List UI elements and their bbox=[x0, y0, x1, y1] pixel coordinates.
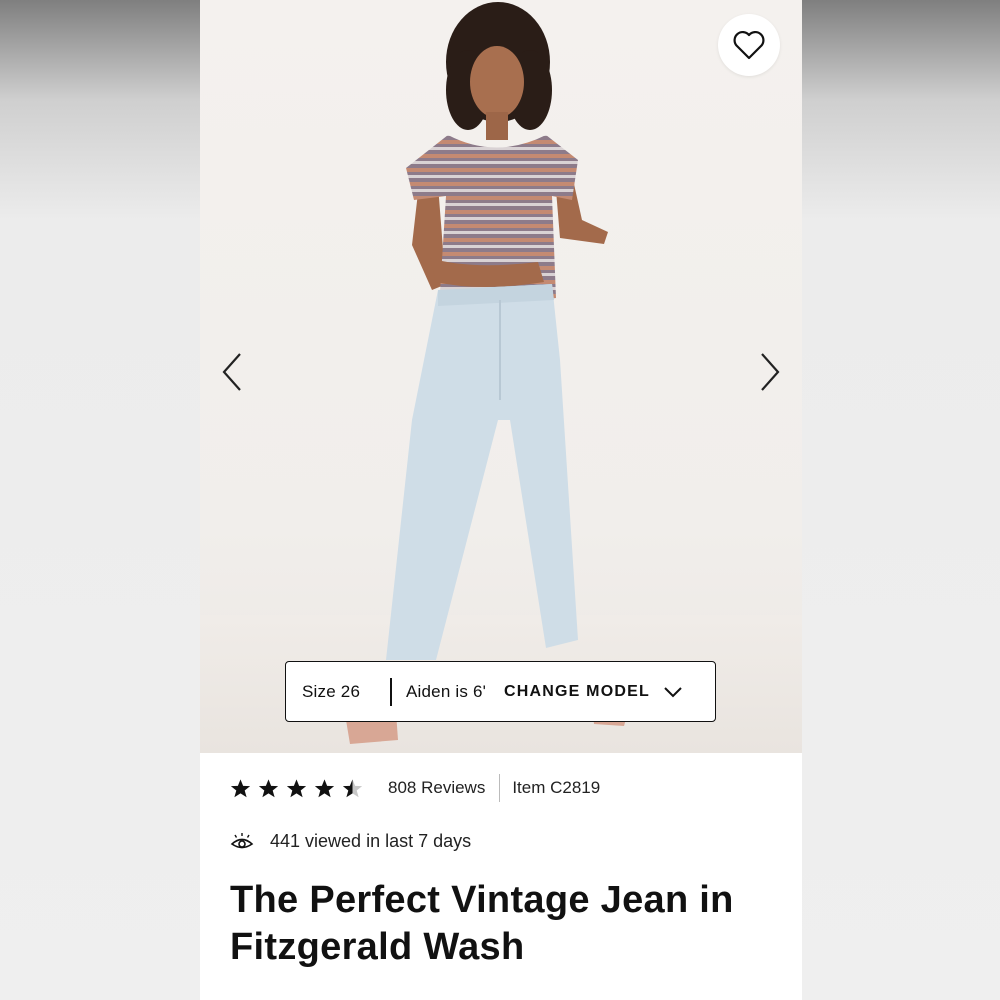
star-rating[interactable] bbox=[230, 778, 370, 799]
product-title: The Perfect Vintage Jean in Fitzgerald W… bbox=[230, 877, 790, 971]
item-code: Item C2819 bbox=[512, 778, 601, 797]
product-image[interactable]: Size 26 Aiden is 6' CHANGE MODEL bbox=[200, 0, 802, 753]
carousel-next-button[interactable] bbox=[750, 345, 790, 399]
star-full-icon bbox=[258, 778, 279, 797]
star-half-icon bbox=[342, 778, 363, 797]
model-size: Size 26 bbox=[302, 681, 361, 701]
views-row: 441 viewed in last 7 days bbox=[230, 831, 471, 852]
background-left bbox=[0, 0, 200, 1000]
product-info: 808 Reviews Item C2819 441 viewed in las… bbox=[200, 753, 802, 1000]
views-count: 441 viewed in last 7 days bbox=[270, 831, 472, 851]
carousel-prev-button[interactable] bbox=[212, 345, 252, 399]
chevron-right-icon bbox=[761, 353, 780, 391]
heart-outline-icon bbox=[733, 30, 765, 60]
star-full-icon bbox=[230, 778, 251, 797]
divider bbox=[499, 774, 501, 802]
chevron-down-icon bbox=[664, 686, 682, 697]
reviews-link[interactable]: 808 Reviews bbox=[388, 778, 485, 798]
eye-icon bbox=[230, 832, 254, 848]
change-model-label: CHANGE MODEL bbox=[504, 682, 650, 700]
chevron-left-icon bbox=[222, 353, 241, 391]
background-right bbox=[802, 0, 1000, 1000]
product-page: Size 26 Aiden is 6' CHANGE MODEL 808 Rev… bbox=[200, 0, 802, 1000]
model-name: Aiden is 6' bbox=[406, 681, 487, 701]
favorite-button[interactable] bbox=[718, 14, 780, 76]
change-model-button[interactable]: CHANGE MODEL bbox=[504, 683, 682, 701]
star-full-icon bbox=[286, 778, 307, 797]
product-title-line2: Fitzgerald Wash bbox=[230, 926, 525, 968]
star-full-icon bbox=[314, 778, 335, 797]
model-selector-bar: Size 26 Aiden is 6' CHANGE MODEL bbox=[285, 661, 716, 722]
product-title-line1: The Perfect Vintage Jean in bbox=[230, 879, 734, 921]
model-figure bbox=[346, 2, 628, 744]
rating-row: 808 Reviews Item C2819 bbox=[230, 773, 600, 803]
